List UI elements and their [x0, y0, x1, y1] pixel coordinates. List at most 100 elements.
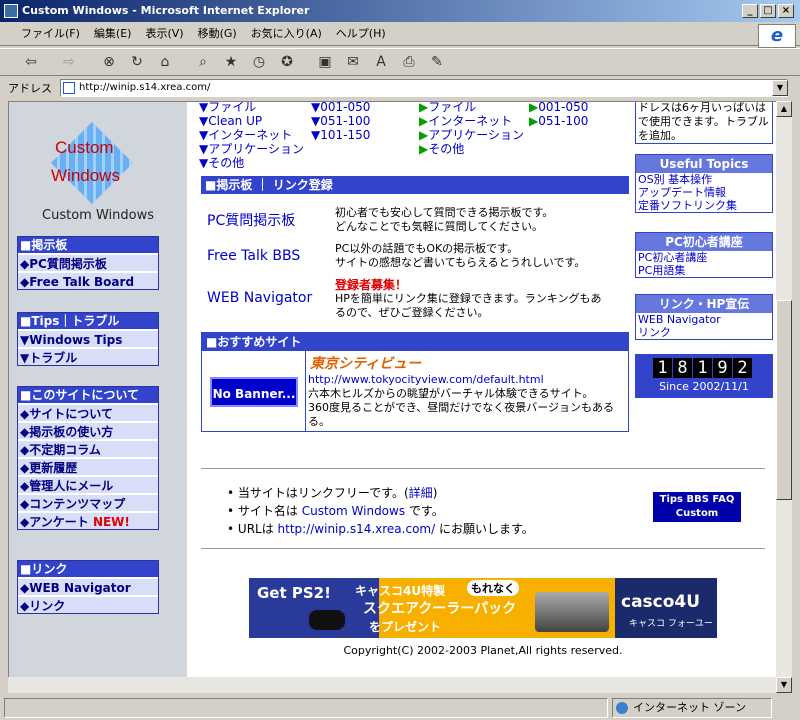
font-icon[interactable]: A — [370, 51, 392, 73]
tips-link[interactable]: その他 — [208, 156, 244, 170]
recommend-site-title[interactable]: 東京シティビュー — [310, 353, 421, 373]
edit-icon[interactable]: ✎ — [426, 51, 448, 73]
sidebar-item-trouble[interactable]: ▼トラブル — [18, 347, 158, 365]
badge-line: Tips BBS FAQ — [659, 494, 735, 505]
sidebar-item-web-navigator[interactable]: ◆WEB Navigator — [18, 577, 158, 595]
print-icon[interactable]: ⎙ — [398, 51, 420, 73]
channels-icon[interactable]: ✪ — [276, 51, 298, 73]
fullscreen-icon[interactable]: ▣ — [314, 51, 336, 73]
bbs-title-webnav[interactable]: WEB Navigator — [207, 290, 312, 306]
logo-diamond-icon — [50, 121, 134, 205]
divider — [201, 548, 765, 549]
trouble-link[interactable]: インターネット — [428, 114, 512, 128]
tips-range-link[interactable]: 051-100 — [320, 114, 370, 128]
new-badge: NEW! — [92, 515, 130, 529]
ad-getps2: Get PS2! — [257, 584, 331, 602]
close-button[interactable]: × — [778, 4, 794, 18]
counter-digit: 9 — [713, 358, 732, 378]
menu-favorites[interactable]: お気に入り(A) — [244, 22, 329, 46]
sidebar-item-content-map[interactable]: ◆コンテンツマップ — [18, 493, 158, 511]
scroll-up-icon[interactable]: ▲ — [776, 101, 792, 117]
bbs-title-pc[interactable]: PC質問掲示板 — [207, 210, 295, 230]
tips-link[interactable]: Clean UP — [208, 114, 262, 128]
trouble-range-link[interactable]: 001-050 — [538, 102, 588, 114]
links-promo-link[interactable]: リンク — [636, 326, 772, 339]
search-icon[interactable]: ⌕ — [192, 51, 214, 73]
trouble-link[interactable]: ファイル — [428, 102, 476, 114]
bbs-section-head: ■掲示板 ｜ リンク登録 — [201, 176, 629, 194]
casco-ad-banner[interactable]: Get PS2! キャスコ4U特製 もれなく スクエアクーラーパック をプレゼン… — [249, 578, 717, 638]
vertical-scroll-thumb[interactable] — [776, 300, 792, 500]
address-dropdown-icon[interactable]: ▼ — [772, 80, 788, 96]
useful-topic-link[interactable]: アップデート情報 — [636, 186, 772, 199]
sidebar-head: ■Tips｜トラブル — [18, 313, 158, 329]
bbs-title-free[interactable]: Free Talk BBS — [207, 248, 300, 264]
site-name-link[interactable]: Custom Windows — [302, 504, 405, 518]
useful-topic-link[interactable]: OS別 基本操作 — [636, 173, 772, 186]
back-icon[interactable]: ⇦ — [20, 51, 42, 73]
forward-icon[interactable]: ⇨ — [58, 51, 80, 73]
news-line: を追加。 — [638, 129, 682, 142]
link-free-detail[interactable]: 詳細 — [409, 486, 433, 500]
copyright: Copyright(C) 2002-2003 Planet,All rights… — [343, 644, 623, 657]
menu-help[interactable]: ヘルプ(H) — [329, 22, 393, 46]
menu-go[interactable]: 移動(G) — [191, 22, 244, 46]
history-icon[interactable]: ◷ — [248, 51, 270, 73]
sidebar-item-history[interactable]: ◆更新履歴 — [18, 457, 158, 475]
sidebar-item-bbs-usage[interactable]: ◆掲示板の使い方 — [18, 421, 158, 439]
right-news-box: ドレスは6ヶ月いっぱいは で使用できます。トラブル を追加。 — [635, 102, 773, 144]
zone-label: インターネット ゾーン — [633, 701, 746, 714]
sidebar-item-windows-tips[interactable]: ▼Windows Tips — [18, 329, 158, 347]
sidebar-head: ■掲示板 — [18, 237, 158, 253]
mail-icon[interactable]: ✉ — [342, 51, 364, 73]
maximize-button[interactable]: □ — [760, 4, 776, 18]
refresh-icon[interactable]: ↻ — [126, 51, 148, 73]
tips-bbs-faq-banner[interactable]: Tips BBS FAQ Custom Windows — [653, 492, 741, 533]
horizontal-scrollbar[interactable] — [8, 677, 776, 693]
site-url-link[interactable]: http://winip.s14.xrea.com/ — [278, 522, 436, 536]
minimize-button[interactable]: _ — [742, 4, 758, 18]
bbs-desc-line: HPを簡単にリンク集に登録できます。ランキングもあ — [335, 292, 602, 305]
footer-text: 当サイトはリンクフリーです。( — [237, 486, 409, 500]
sidebar-item-about[interactable]: ◆サイトについて — [18, 403, 158, 421]
beginner-link[interactable]: PC初心者講座 — [636, 251, 772, 264]
trouble-link[interactable]: アプリケーション — [428, 128, 524, 142]
stop-icon[interactable]: ⊗ — [98, 51, 120, 73]
sidebar-item-survey[interactable]: ◆アンケート NEW! — [18, 511, 158, 529]
links-promo-box: リンク・HP宣伝 WEB Navigator リンク — [635, 294, 773, 340]
site-logo[interactable]: Custom Windows — [50, 121, 135, 206]
logo-text-line1: Custom — [55, 138, 114, 157]
favorites-icon[interactable]: ★ — [220, 51, 242, 73]
beginner-head: PC初心者講座 — [636, 233, 772, 251]
menu-edit[interactable]: 編集(E) — [87, 22, 139, 46]
recommend-site-url[interactable]: http://www.tokyocityview.com/default.htm… — [308, 373, 544, 386]
menu-view[interactable]: 表示(V) — [138, 22, 190, 46]
bbs-desc-pc: 初心者でも安心して質問できる掲示板です。 どんなことでも気軽に質問してください。 — [335, 206, 625, 234]
useful-topic-link[interactable]: 定番ソフトリンク集 — [636, 199, 772, 212]
status-main — [4, 698, 608, 718]
window-titlebar[interactable]: Custom Windows - Microsoft Internet Expl… — [0, 0, 800, 22]
home-icon[interactable]: ⌂ — [154, 51, 176, 73]
no-banner-button[interactable]: No Banner... — [210, 377, 298, 407]
beginner-link[interactable]: PC用語集 — [636, 264, 772, 277]
footer-text: にお願いします。 — [435, 522, 534, 536]
sidebar-item-free-talk[interactable]: ◆Free Talk Board — [18, 271, 158, 289]
tips-link[interactable]: ファイル — [208, 102, 256, 114]
sidebar-box-about: ■このサイトについて ◆サイトについて ◆掲示板の使い方 ◆不定期コラム ◆更新… — [17, 386, 159, 530]
scroll-down-icon[interactable]: ▼ — [776, 677, 792, 693]
tips-range-link[interactable]: 101-150 — [320, 128, 370, 142]
trouble-range-link[interactable]: 051-100 — [538, 114, 588, 128]
tips-link[interactable]: インターネット — [208, 128, 292, 142]
sidebar-item-column[interactable]: ◆不定期コラム — [18, 439, 158, 457]
sidebar-item-pc-bbs[interactable]: ◆PC質問掲示板 — [18, 253, 158, 271]
sidebar-item-links[interactable]: ◆リンク — [18, 595, 158, 613]
sidebar-item-mail[interactable]: ◆管理人にメール — [18, 475, 158, 493]
links-promo-link[interactable]: WEB Navigator — [636, 313, 772, 326]
beginner-box: PC初心者講座 PC初心者講座 PC用語集 — [635, 232, 773, 278]
tips-link[interactable]: アプリケーション — [208, 142, 304, 156]
bbs-desc-line: るので、ぜひご登録ください。 — [335, 306, 489, 319]
trouble-link[interactable]: その他 — [428, 142, 464, 156]
menu-file[interactable]: ファイル(F) — [14, 22, 87, 46]
tips-range-link[interactable]: 001-050 — [320, 102, 370, 114]
address-input[interactable]: http://winip.s14.xrea.com/ — [60, 79, 788, 97]
